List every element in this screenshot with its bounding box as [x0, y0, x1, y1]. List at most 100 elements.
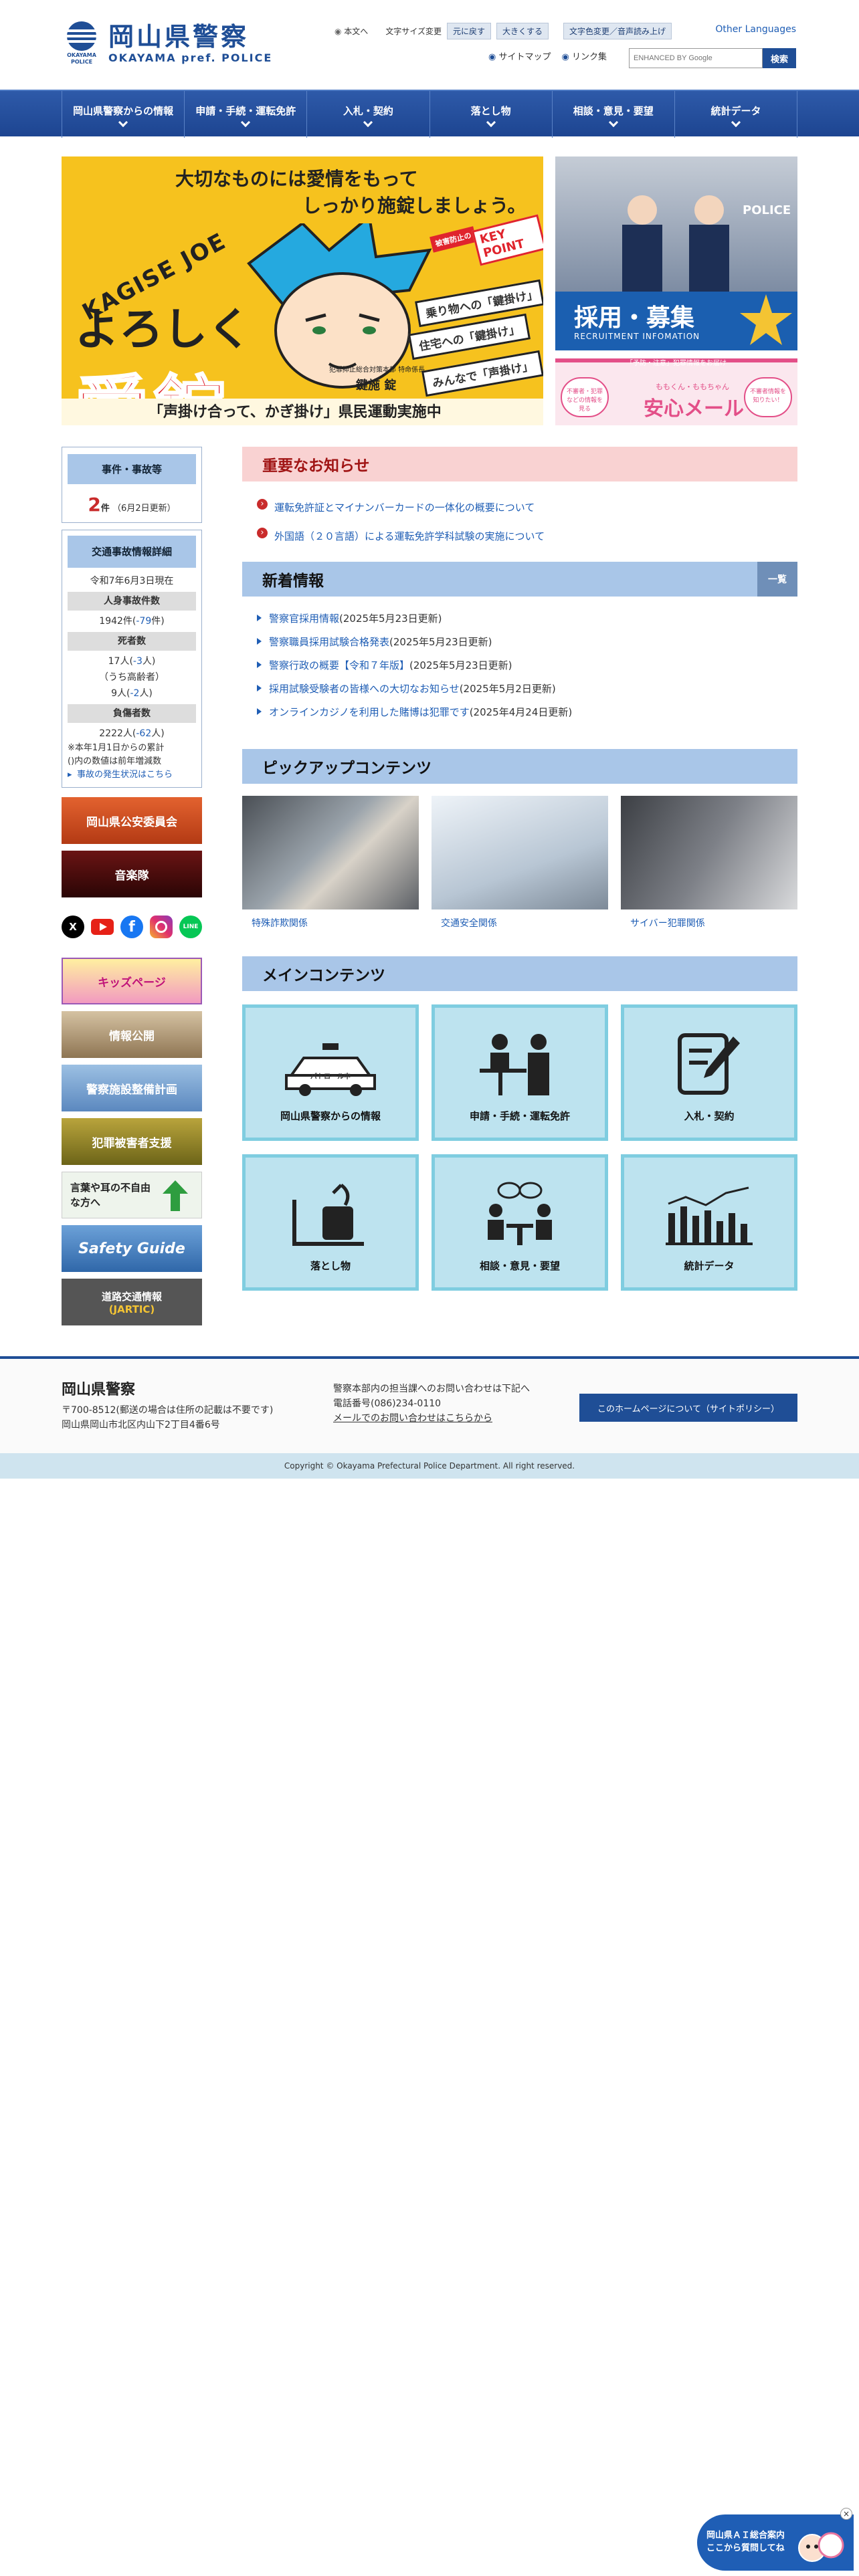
links-link[interactable]: ◉ リンク集: [562, 49, 607, 62]
chevron-down-icon: [486, 117, 496, 127]
circle-bullet-icon: ◉: [488, 52, 499, 62]
chatbot-line-2: ここから質問してね: [706, 2543, 785, 2553]
site-search: 検索: [629, 48, 796, 68]
ai-chatbot-launcher[interactable]: 岡山県ＡＩ総合案内 ここから質問してね ×: [697, 2508, 854, 2571]
sitemap-link[interactable]: ◉ サイトマップ: [488, 49, 551, 62]
banner-road-traffic-info[interactable]: 道路交通情報 (JARTIC): [62, 1279, 202, 1325]
injured-label: 負傷者数: [68, 704, 196, 723]
skip-link[interactable]: ◉ 本文へ: [335, 25, 368, 37]
banner-victim-support[interactable]: 犯罪被害者支援: [62, 1118, 202, 1165]
sidebar: 事件・事故等 2件 （6月2日更新） 交通事故情報詳細 令和7年6月3日現在 人…: [62, 447, 202, 1332]
tile-statistics[interactable]: 統計データ: [621, 1154, 797, 1291]
main-contents-heading: メインコンテンツ: [242, 956, 797, 991]
nav-item-bidding[interactable]: 入札・契約: [306, 91, 429, 138]
chevron-down-icon: [608, 117, 618, 127]
banner-safety-guide[interactable]: Safety Guide: [62, 1225, 202, 1272]
banner-public-safety-commission[interactable]: 岡山県公安委員会: [62, 797, 202, 844]
nav-item-consultation[interactable]: 相談・意見・要望: [551, 91, 674, 138]
site-policy-button[interactable]: このホームページについて（サイトポリシー）: [579, 1394, 797, 1422]
news-list-button[interactable]: 一覧: [757, 562, 797, 597]
line-icon[interactable]: LINE: [179, 916, 202, 938]
banner-hearing-speech[interactable]: 言葉や耳の不自由な方へ: [62, 1172, 202, 1218]
traffic-note-2: ()内の数値は前年増減数: [68, 756, 162, 766]
keypoint-badge: KEY POINT: [471, 214, 543, 266]
nav-item-application[interactable]: 申請・手続・運転免許: [184, 91, 306, 138]
police-emblem-icon: OKAYAMA POLICE: [63, 20, 100, 66]
logo-subtitle: OKAYAMA pref. POLICE: [108, 51, 273, 64]
consultation-icon: [488, 1182, 552, 1245]
important-item[interactable]: 運転免許証とマイナンバーカードの一体化の概要について: [257, 499, 797, 514]
pickup-cyber[interactable]: サイバー犯罪関係: [621, 796, 797, 930]
footer-mail-link[interactable]: メールでのお問い合わせはこちらから: [333, 1411, 530, 1426]
news-item: オンラインカジノを利用した賭博は犯罪です(2025年4月24日更新): [257, 705, 797, 719]
instagram-icon[interactable]: [150, 916, 173, 938]
chevron-down-icon: [363, 117, 373, 127]
banner-disclosure[interactable]: 情報公開: [62, 1011, 202, 1058]
footer-address: 〒700-8512(郵送の場合は住所の記載は不要です) 岡山県岡山市北区内山下2…: [62, 1405, 274, 1430]
traffic-note-1: ※本年1月1日からの累計: [68, 743, 165, 753]
color-voice-button[interactable]: 文字色変更／音声読み上げ: [563, 23, 672, 39]
pickup-fraud[interactable]: 特殊詐欺関係: [242, 796, 419, 930]
laptop-photo: [621, 796, 797, 909]
main-content: 重要なお知らせ 運転免許証とマイナンバーカードの一体化の概要について 外国語（２…: [242, 447, 797, 1291]
important-list: 運転免許証とマイナンバーカードの一体化の概要について 外国語（２０言語）による運…: [242, 499, 797, 543]
death-row: 17人(-3人): [108, 656, 156, 667]
tile-police-info[interactable]: パトロール中 岡山県警察からの情報: [242, 1004, 419, 1141]
officers-illustration: [622, 195, 729, 292]
tile-consultation[interactable]: 相談・意見・要望: [432, 1154, 608, 1291]
banner-kids-page[interactable]: キッズページ: [62, 958, 202, 1004]
news-list: 警察官採用情報(2025年5月23日更新) 警察職員採用試験合格発表(2025年…: [242, 611, 797, 719]
other-languages-link[interactable]: Other Languages: [715, 24, 796, 35]
nav-item-info[interactable]: 岡山県警察からの情報: [62, 91, 184, 138]
nav-item-lost-property[interactable]: 落とし物: [429, 91, 552, 138]
sns-links: X f LINE: [62, 914, 202, 940]
nav-item-statistics[interactable]: 統計データ: [674, 91, 798, 138]
arrow-symbol-icon: [163, 1180, 188, 1211]
chevron-down-icon: [731, 117, 741, 127]
banner-facility-plan[interactable]: 警察施設整備計画: [62, 1065, 202, 1111]
copyright: Copyright © Okayama Prefectural Police D…: [0, 1453, 859, 1479]
traffic-title[interactable]: 交通事故情報詳細: [68, 536, 196, 568]
tile-application[interactable]: 申請・手続・運転免許: [432, 1004, 608, 1141]
patrol-car-icon: [285, 1043, 376, 1096]
elderly-label: （うち高齢者）: [99, 672, 165, 683]
pickup-heading: ピックアップコンテンツ: [242, 749, 797, 784]
facebook-icon[interactable]: f: [120, 916, 143, 938]
character-name: 鍵施 錠: [356, 379, 397, 393]
recruitment-banner[interactable]: POLICE 採用・募集 RECRUITMENT INFOMATION: [555, 156, 797, 350]
tile-bidding[interactable]: 入札・契約: [621, 1004, 797, 1141]
atm-photo: [242, 796, 419, 909]
news-heading: 新着情報 一覧: [242, 562, 797, 597]
fontsize-larger-button[interactable]: 大きくする: [496, 23, 549, 39]
site-logo[interactable]: OKAYAMA POLICE 岡山県警察 OKAYAMA pref. POLIC…: [63, 20, 272, 66]
fontsize-reset-button[interactable]: 元に戻す: [446, 23, 491, 39]
mail-top-text: 「予防・注意」犯罪情報をお届け: [626, 360, 727, 367]
character-role: 犯罪抑止総合対策本部 特命係長: [329, 366, 425, 374]
hero-slider[interactable]: 大切なものには愛情をもって しっかり施錠しましょう。 KAGISE JOE よろ…: [62, 156, 543, 425]
important-item[interactable]: 外国語（２０言語）による運転免許学科試験の実施について: [257, 528, 797, 543]
header-utility-links: ◉ 本文へ 文字サイズ変更 元に戻す 大きくする 文字色変更／音声読み上げ: [335, 23, 672, 39]
search-input[interactable]: [629, 48, 763, 68]
global-nav: 岡山県警察からの情報 申請・手続・運転免許 入札・契約 落とし物 相談・意見・要…: [0, 90, 859, 138]
banner-music-band[interactable]: 音楽隊: [62, 851, 202, 897]
search-button[interactable]: 検索: [763, 48, 796, 68]
chatbot-close-button[interactable]: ×: [840, 2508, 852, 2520]
pickup-traffic[interactable]: 交通安全関係: [432, 796, 608, 930]
umbrella-wallet-icon: [292, 1184, 364, 1246]
incidents-unit: 件: [100, 504, 110, 514]
recruit-title: 採用・募集: [574, 304, 695, 332]
slide-tag-3: みんなで「声掛け」: [421, 350, 543, 397]
police-sign: POLICE: [743, 203, 791, 217]
x-icon[interactable]: X: [62, 916, 84, 938]
tile-lost-property[interactable]: 落とし物: [242, 1154, 419, 1291]
traffic-date: 令和7年6月3日現在: [90, 576, 174, 586]
mascot-icon: [798, 2532, 844, 2562]
incidents-count: 2: [88, 494, 101, 516]
accident-status-link[interactable]: ▸ 事故の発生状況はこちら: [68, 768, 196, 782]
injured-row: 2222人(-62人): [99, 728, 165, 739]
header-row-2: ◉ サイトマップ ◉ リンク集: [488, 49, 607, 62]
emblem-caption: OKAYAMA POLICE: [67, 52, 96, 65]
youtube-icon[interactable]: [91, 916, 114, 938]
safety-mail-banner[interactable]: 「予防・注意」犯罪情報をお届け 不審者・犯罪などの情報を見る ももくん・ももちゃ…: [555, 358, 797, 425]
incidents-box[interactable]: 事件・事故等 2件 （6月2日更新）: [62, 447, 202, 523]
